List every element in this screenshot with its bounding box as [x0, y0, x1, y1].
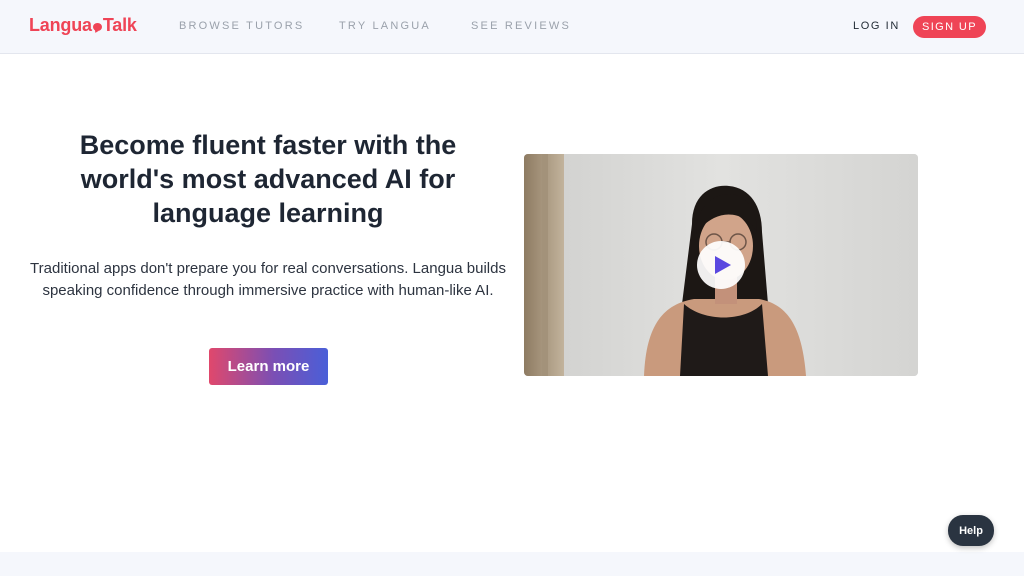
intro-video[interactable] — [524, 154, 918, 376]
learn-more-button[interactable]: Learn more — [209, 348, 328, 385]
play-button[interactable] — [697, 241, 745, 289]
hero-description: Traditional apps don't prepare you for r… — [30, 260, 506, 299]
brand-name-part1: Langua — [29, 15, 92, 35]
brand-name-part2: Talk — [102, 15, 137, 35]
nav-see-reviews[interactable]: SEE REVIEWS — [471, 20, 571, 32]
signup-button[interactable]: SIGN UP — [913, 16, 986, 38]
login-link[interactable]: LOG IN — [853, 20, 900, 32]
speech-bubble-icon — [92, 22, 102, 31]
next-section-strip — [0, 552, 1024, 576]
nav-try-langua[interactable]: TRY LANGUA — [339, 20, 431, 32]
help-button[interactable]: Help — [948, 515, 994, 546]
hero-title: Become fluent faster with the world's mo… — [79, 130, 457, 228]
play-icon — [715, 256, 731, 274]
top-navigation-bar: Langua Talk BROWSE TUTORS TRY LANGUA SEE… — [0, 0, 1024, 54]
nav-browse-tutors[interactable]: BROWSE TUTORS — [179, 20, 304, 32]
brand-logo[interactable]: Langua Talk — [29, 15, 137, 36]
